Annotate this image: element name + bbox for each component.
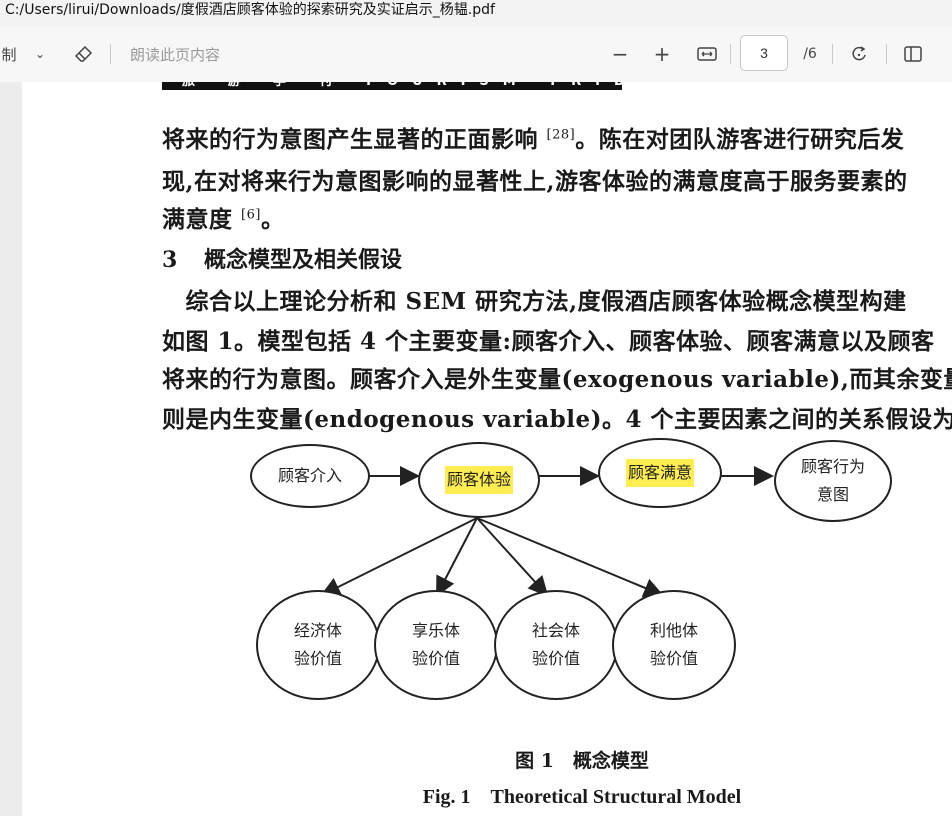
node-label-line: 经济体 xyxy=(293,621,342,640)
node-customer-satisfaction: 顾客满意 xyxy=(598,438,722,508)
toolbar-separator xyxy=(110,44,111,64)
node-social-value: 社会体 验价值 xyxy=(494,590,618,700)
node-economic-value: 经济体 验价值 xyxy=(256,590,380,700)
node-customer-experience: 顾客体验 xyxy=(418,442,540,518)
highlight-mark: 顾客体验 xyxy=(444,466,513,494)
page-view-icon[interactable] xyxy=(900,26,926,82)
zoom-in-icon[interactable]: + xyxy=(650,26,674,82)
node-customer-involvement: 顾客介入 xyxy=(250,444,370,508)
figure-caption-cn: 图 1 概念模型 xyxy=(515,750,649,772)
toolbar-separator xyxy=(730,44,731,64)
node-label: 经济体 验价值 xyxy=(294,617,342,673)
node-label-line: 验价值 xyxy=(649,649,698,668)
arrow xyxy=(320,517,478,596)
arrow xyxy=(476,517,664,598)
total-pages-label: /6 xyxy=(803,46,817,62)
toolbar-separator xyxy=(886,44,887,64)
highlight-mark: 顾客满意 xyxy=(625,459,694,487)
node-label: 顾客行为意图 xyxy=(801,457,866,504)
viewer-margin xyxy=(0,82,22,816)
node-label-line: 验价值 xyxy=(411,649,460,668)
zoom-out-icon[interactable]: − xyxy=(608,26,632,82)
window-title: C:/Users/lirui/Downloads/度假酒店顾客体验的探索研究及实… xyxy=(0,0,952,26)
figure-caption-en: Fig. 1 Theoretical Structural Model xyxy=(422,786,742,808)
toolbar-separator xyxy=(832,44,833,64)
node-behavioral-intention: 顾客行为意图 xyxy=(774,440,892,522)
node-label-line: 社会体 xyxy=(531,621,580,640)
eraser-icon[interactable] xyxy=(70,26,98,82)
node-label: 利他体 验价值 xyxy=(650,617,698,673)
node-altruistic-value: 利他体 验价值 xyxy=(612,590,736,700)
fit-width-icon[interactable] xyxy=(694,26,720,82)
pdf-toolbar: 制 ⌄ 朗读此页内容 − + 3 /6 xyxy=(0,26,952,82)
page-number-input[interactable]: 3 xyxy=(740,35,788,71)
document-viewer[interactable]: 旅 游 学 刊 TOURISM TRIBUNE 将来的行为意图产生显著的正面影响… xyxy=(0,82,952,816)
pdf-page: 旅 游 学 刊 TOURISM TRIBUNE 将来的行为意图产生显著的正面影响… xyxy=(22,82,952,816)
node-label-line: 享乐体 xyxy=(411,621,460,640)
arrow xyxy=(436,517,478,597)
chevron-down-icon[interactable]: ⌄ xyxy=(30,26,50,82)
node-hedonic-value: 享乐体 验价值 xyxy=(374,590,498,700)
draw-label[interactable]: 制 xyxy=(0,26,18,82)
rotate-icon[interactable] xyxy=(846,26,872,82)
node-label-line: 验价值 xyxy=(293,649,342,668)
arrow xyxy=(476,517,549,597)
read-aloud-button[interactable]: 朗读此页内容 xyxy=(130,26,220,82)
node-label-line: 利他体 xyxy=(649,621,698,640)
node-label: 顾客介入 xyxy=(277,466,342,485)
node-label: 享乐体 验价值 xyxy=(412,617,460,673)
node-label-line: 验价值 xyxy=(531,649,580,668)
node-label: 社会体 验价值 xyxy=(532,617,580,673)
